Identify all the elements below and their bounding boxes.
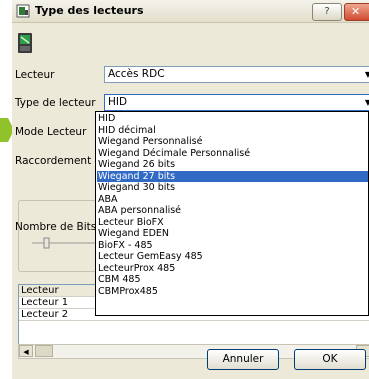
cancel-button[interactable]: Annuler	[207, 349, 279, 370]
ok-button[interactable]: OK	[294, 349, 366, 370]
dropdown-option[interactable]: BioFX - 485	[97, 240, 368, 251]
close-button[interactable]: ✕	[344, 3, 369, 21]
dropdown-option[interactable]: Lecteur BioFX	[97, 217, 368, 228]
dropdown-option[interactable]: CBM 485	[97, 274, 368, 285]
dropdown-option[interactable]: ABA personnalisé	[97, 205, 368, 216]
lecteur-combobox[interactable]: Accès RDC ▼	[104, 66, 369, 83]
dropdown-option[interactable]: HID	[97, 113, 368, 124]
help-button[interactable]: ?	[312, 3, 342, 21]
scroll-left-icon[interactable]: ◀	[19, 345, 33, 357]
lecteur-label: Lecteur	[15, 69, 55, 81]
type-lecteur-label: Type de lecteur	[15, 97, 96, 109]
window-title: Type des lecteurs	[35, 4, 144, 17]
type-lecteur-value: HID	[108, 96, 128, 108]
dropdown-option[interactable]: Lecteur GemEasy 485	[97, 251, 368, 262]
scroll-thumb[interactable]	[35, 345, 53, 357]
dropdown-option[interactable]: Wiegand EDEN	[97, 228, 368, 239]
dropdown-option[interactable]: ABA	[97, 194, 368, 205]
dropdown-option[interactable]: Wiegand Décimale Personnalisé	[97, 148, 368, 159]
lecteur-value: Accès RDC	[108, 68, 165, 80]
chevron-down-icon[interactable]: ▼	[362, 68, 369, 81]
dropdown-option[interactable]: CBMProx485	[97, 286, 368, 297]
type-lecteur-combobox[interactable]: HID ▼	[104, 94, 369, 111]
dropdown-option[interactable]: LecteurProx 485	[97, 263, 368, 274]
title-bar[interactable]: Type des lecteurs ? ✕	[12, 0, 369, 23]
bits-slider[interactable]	[30, 236, 100, 250]
dropdown-option[interactable]: Wiegand 27 bits	[97, 170, 368, 182]
reader-icon	[16, 4, 30, 18]
raccordement-label: Raccordement	[15, 155, 92, 167]
type-lecteur-dropdown-list[interactable]: HID HID décimal Wiegand Personnalisé Wiegan…	[95, 111, 369, 316]
reader-device-icon	[18, 33, 32, 53]
dropdown-option[interactable]: Wiegand 26 bits	[97, 159, 368, 170]
dropdown-option[interactable]: Wiegand 30 bits	[97, 182, 368, 193]
chevron-down-icon[interactable]: ▼	[362, 96, 369, 109]
mode-lecteur-label: Mode Lecteur	[15, 126, 87, 138]
dropdown-option[interactable]: HID décimal	[97, 125, 368, 136]
dropdown-option[interactable]: Wiegand Personnalisé	[97, 136, 368, 147]
